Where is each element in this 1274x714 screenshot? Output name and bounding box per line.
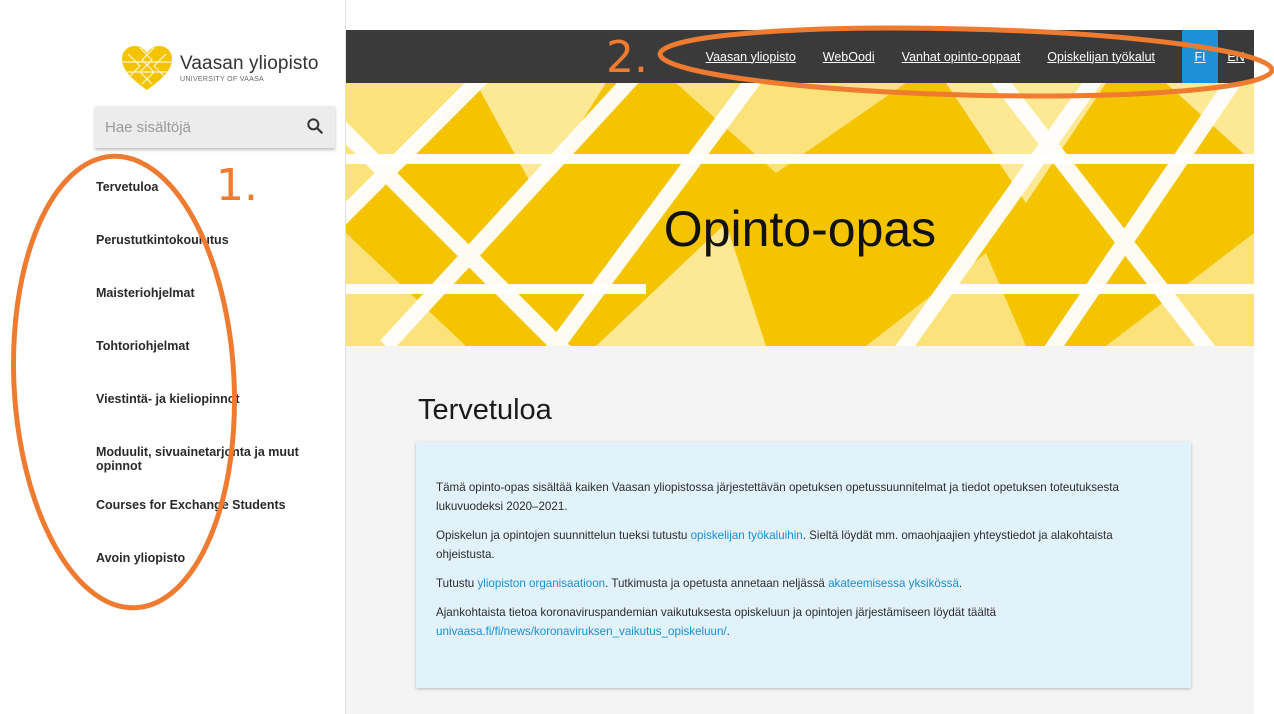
language-fi-button[interactable]: FI bbox=[1182, 30, 1218, 83]
org-text-mid: . Tutkimusta ja opetusta annetaan neljäs… bbox=[605, 577, 829, 590]
student-tools-link[interactable]: opiskelijan työkaluihin bbox=[691, 529, 803, 542]
topnav-link-weboodi[interactable]: WebOodi bbox=[823, 50, 875, 64]
top-nav-bar: Vaasan yliopisto WebOodi Vanhat opinto-o… bbox=[346, 30, 1254, 83]
search-input[interactable] bbox=[95, 106, 295, 148]
hero-title: Opinto-opas bbox=[663, 201, 937, 257]
main-content: Tervetuloa Tämä opinto-opas sisältää kai… bbox=[346, 346, 1254, 714]
topnav-link-vaasan-yliopisto[interactable]: Vaasan yliopisto bbox=[706, 50, 796, 64]
welcome-info-box: Tämä opinto-opas sisältää kaiken Vaasan … bbox=[416, 442, 1191, 688]
page-heading: Tervetuloa bbox=[418, 394, 552, 426]
sidebar-nav: Tervetuloa Perustutkintokoulutus Maister… bbox=[96, 180, 346, 604]
logo[interactable]: Vaasan yliopisto UNIVERSITY OF VAASA bbox=[120, 44, 319, 92]
sidebar-item-avoin-yliopisto[interactable]: Avoin yliopisto bbox=[96, 551, 346, 604]
logo-subtitle: UNIVERSITY OF VAASA bbox=[180, 76, 265, 83]
sidebar-item-tohtoriohjelmat[interactable]: Tohtoriohjelmat bbox=[96, 339, 346, 392]
annotation-label-2: 2. bbox=[606, 32, 648, 83]
topnav-link-vanhat-oppaat[interactable]: Vanhat opinto-oppaat bbox=[902, 50, 1021, 64]
organisation-link[interactable]: yliopiston organisaatioon bbox=[477, 577, 605, 590]
heart-logo-icon bbox=[122, 46, 172, 90]
sidebar: Vaasan yliopisto UNIVERSITY OF VAASA Ter… bbox=[0, 0, 346, 714]
org-text-after: . bbox=[958, 577, 963, 590]
sidebar-item-perustutkintokoulutus[interactable]: Perustutkintokoulutus bbox=[96, 233, 346, 286]
annotation-label-1: 1. bbox=[216, 160, 258, 211]
sidebar-item-viestinta-kieliopinnot[interactable]: Viestintä- ja kieliopinnot bbox=[96, 392, 346, 445]
corona-paragraph: Ajankohtaista tietoa koronaviruspandemia… bbox=[436, 603, 1173, 641]
org-text-before: Tutustu bbox=[436, 577, 478, 590]
language-en-button[interactable]: EN bbox=[1218, 30, 1254, 83]
academic-units-link[interactable]: akateemisessa yksikössä bbox=[828, 577, 959, 590]
hero-banner: Opinto-opas bbox=[346, 83, 1254, 346]
tools-text-before: Opiskelun ja opintojen suunnittelun tuek… bbox=[436, 529, 691, 542]
search-icon[interactable] bbox=[305, 116, 325, 136]
sidebar-item-maisteriohjelmat[interactable]: Maisteriohjelmat bbox=[96, 286, 346, 339]
sidebar-item-moduulit[interactable]: Moduulit, sivuainetarjonta ja muut opinn… bbox=[96, 445, 346, 498]
organisation-paragraph: Tutustu yliopiston organisaatioon. Tutki… bbox=[436, 574, 1173, 593]
corona-text-after: . bbox=[726, 625, 730, 638]
tools-paragraph: Opiskelun ja opintojen suunnittelun tuek… bbox=[436, 526, 1173, 564]
corona-text: Ajankohtaista tietoa koronaviruspandemia… bbox=[436, 606, 997, 619]
search-box bbox=[95, 106, 335, 148]
topnav-link-opiskelijan-tyokalut[interactable]: Opiskelijan työkalut bbox=[1047, 50, 1155, 64]
corona-news-link[interactable]: univaasa.fi/fi/news/koronaviruksen_vaiku… bbox=[436, 625, 727, 638]
sidebar-item-exchange-courses[interactable]: Courses for Exchange Students bbox=[96, 498, 346, 551]
logo-title: Vaasan yliopisto bbox=[180, 53, 319, 74]
intro-paragraph: Tämä opinto-opas sisältää kaiken Vaasan … bbox=[436, 481, 1119, 513]
